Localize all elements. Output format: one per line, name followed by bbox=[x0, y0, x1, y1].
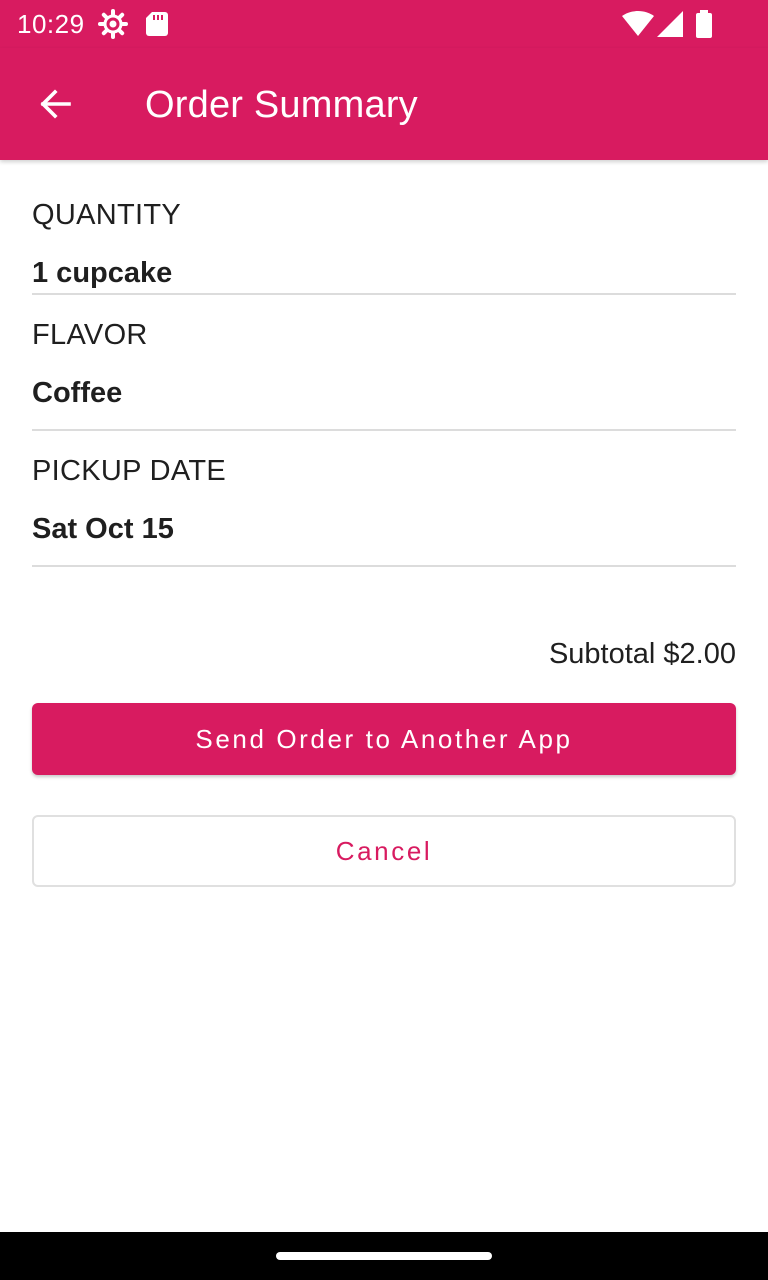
flavor-row: FLAVOR Coffee bbox=[32, 295, 736, 431]
cell-signal-icon bbox=[657, 11, 683, 37]
pickup-date-row: PICKUP DATE Sat Oct 15 bbox=[32, 431, 736, 567]
quantity-row: QUANTITY 1 cupcake bbox=[32, 160, 736, 295]
quantity-label: QUANTITY bbox=[32, 199, 182, 231]
status-bar: 10:29 bbox=[0, 0, 768, 48]
settings-gear-icon bbox=[98, 9, 128, 39]
order-summary-list: QUANTITY 1 cupcake FLAVOR Coffee PICKUP … bbox=[32, 160, 736, 567]
send-order-button[interactable]: Send Order to Another App bbox=[32, 703, 736, 775]
quantity-value: 1 cupcake bbox=[32, 257, 173, 289]
app-bar: Order Summary bbox=[0, 48, 768, 160]
navigation-bar bbox=[0, 1232, 768, 1280]
flavor-value: Coffee bbox=[32, 377, 123, 409]
pickup-date-label: PICKUP DATE bbox=[32, 455, 226, 487]
cancel-button[interactable]: Cancel bbox=[32, 815, 736, 887]
arrow-back-icon bbox=[40, 89, 71, 119]
sd-card-icon bbox=[146, 12, 168, 36]
wifi-icon bbox=[622, 11, 654, 37]
flavor-label: FLAVOR bbox=[32, 319, 148, 351]
pickup-date-value: Sat Oct 15 bbox=[32, 513, 174, 545]
status-time: 10:29 bbox=[17, 9, 85, 39]
back-button[interactable] bbox=[24, 72, 88, 136]
home-gesture-handle[interactable] bbox=[276, 1252, 492, 1260]
page-title: Order Summary bbox=[145, 84, 418, 126]
subtotal-text: Subtotal $2.00 bbox=[548, 638, 736, 670]
battery-icon bbox=[694, 10, 714, 38]
